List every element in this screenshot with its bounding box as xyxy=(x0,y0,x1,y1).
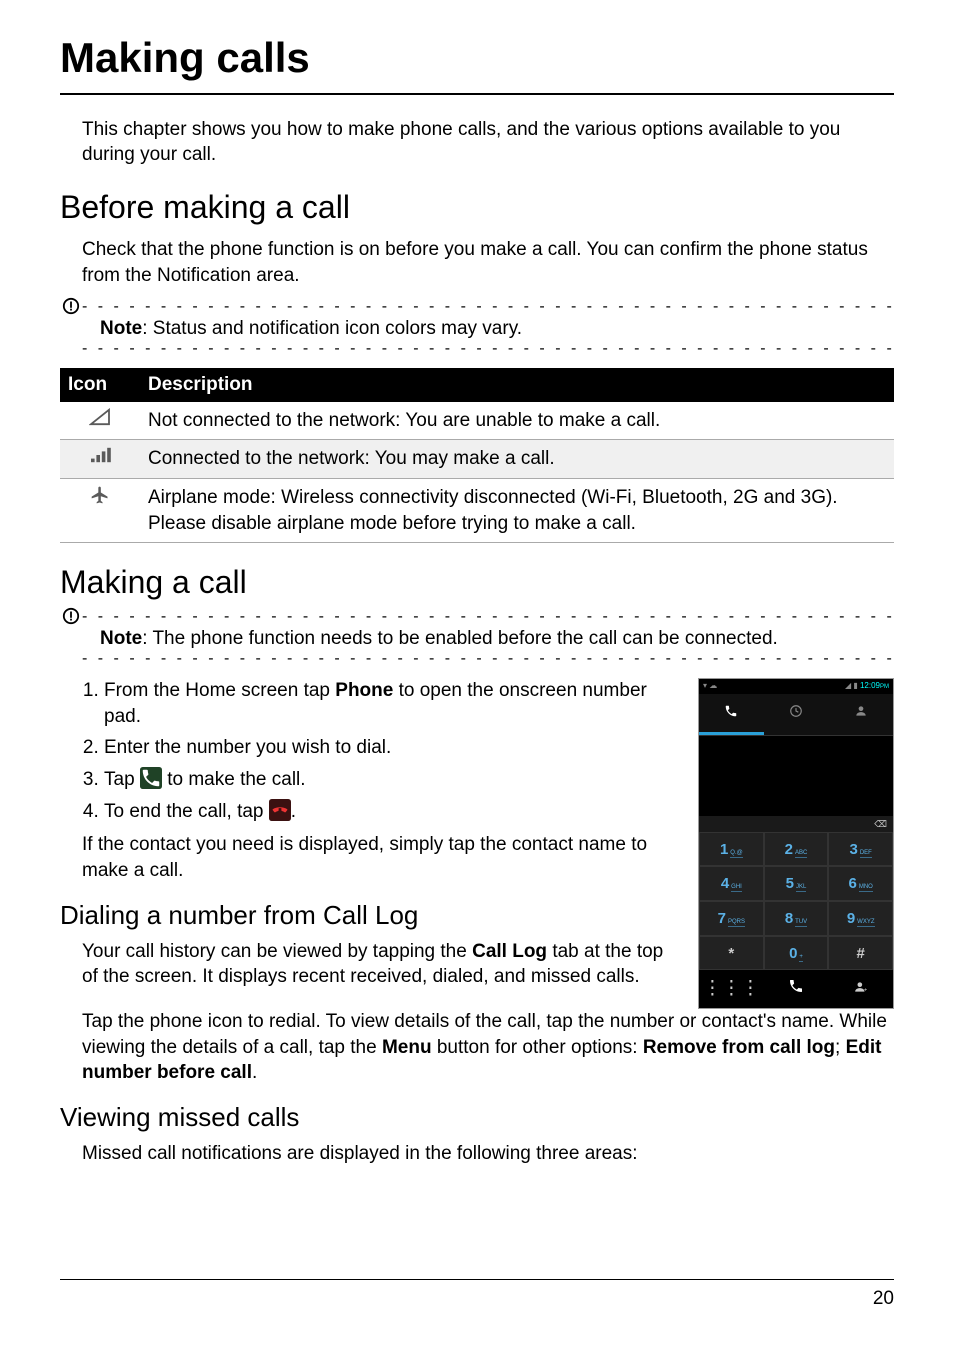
call-log-p2: Tap the phone icon to redial. To view de… xyxy=(82,1009,894,1086)
steps-list: From the Home screen tap Phone to open t… xyxy=(82,678,680,824)
status-battery-icon: ▮ xyxy=(853,681,857,690)
key-2[interactable]: 2ABC xyxy=(764,832,829,867)
key-hash[interactable]: # xyxy=(828,936,893,971)
title-rule xyxy=(60,93,894,95)
table-header-row: Icon Description xyxy=(60,368,894,402)
missed-calls-body: Missed call notifications are displayed … xyxy=(82,1141,894,1167)
end-call-icon xyxy=(269,799,291,821)
key-star[interactable]: * xyxy=(699,936,764,971)
airplane-icon xyxy=(60,479,140,543)
number-display xyxy=(699,736,893,816)
status-signal-icon: ◢ xyxy=(845,681,851,690)
tab-contacts[interactable] xyxy=(828,694,893,735)
chapter-title: Making calls xyxy=(60,30,894,87)
col-header-icon: Icon xyxy=(60,368,140,402)
alert-icon xyxy=(62,297,80,315)
note-text: Note: Status and notification icon color… xyxy=(100,316,894,342)
svg-text:+: + xyxy=(864,988,868,994)
step-4: To end the call, tap . xyxy=(104,799,680,825)
signal-bars-icon xyxy=(60,440,140,479)
heading-call-log: Dialing a number from Call Log xyxy=(60,898,680,933)
note-text: Note: The phone function needs to be ena… xyxy=(100,626,894,652)
contact-tap-text: If the contact you need is displayed, si… xyxy=(82,832,680,883)
page-number: 20 xyxy=(873,1288,894,1309)
key-9[interactable]: 9WXYZ xyxy=(828,901,893,936)
call-log-p1: Your call history can be viewed by tappi… xyxy=(82,939,680,990)
note-block-status-icons: - - - - - - - - - - - - - - - - - - - - … xyxy=(82,302,894,354)
col-header-description: Description xyxy=(140,368,894,402)
backspace-button[interactable]: ⌫ xyxy=(699,816,893,832)
key-8[interactable]: 8TUV xyxy=(764,901,829,936)
step-3: Tap to make the call. xyxy=(104,767,680,793)
grid-icon[interactable]: ⋮⋮⋮ xyxy=(699,970,764,1008)
dialpad: 1Q.@ 2ABC 3DEF 4GHI 5JKL 6MNO 7PQRS 8TUV… xyxy=(699,832,893,971)
key-3[interactable]: 3DEF xyxy=(828,832,893,867)
page-footer: 20 xyxy=(60,1279,894,1312)
status-left-icons: ▾ ☁ xyxy=(703,681,717,692)
table-row: Airplane mode: Wireless connectivity dis… xyxy=(60,479,894,543)
key-6[interactable]: 6MNO xyxy=(828,866,893,901)
desc-cell: Connected to the network: You may make a… xyxy=(140,440,894,479)
key-4[interactable]: 4GHI xyxy=(699,866,764,901)
table-row: Not connected to the network: You are un… xyxy=(60,402,894,440)
key-5[interactable]: 5JKL xyxy=(764,866,829,901)
call-button[interactable] xyxy=(764,970,829,1008)
dialer-screenshot: ▾ ☁ ◢ ▮ 12:09PM ⌫ 1Q.@ 2ABC 3DEF 4GHI 5J… xyxy=(698,678,894,1009)
step-1: From the Home screen tap Phone to open t… xyxy=(104,678,680,729)
add-contact-icon[interactable]: + xyxy=(828,970,893,1008)
key-7[interactable]: 7PQRS xyxy=(699,901,764,936)
heading-making-call: Making a call xyxy=(60,561,894,604)
status-bar: ▾ ☁ ◢ ▮ 12:09PM xyxy=(699,679,893,694)
note-block-phone-enabled: - - - - - - - - - - - - - - - - - - - - … xyxy=(82,612,894,664)
heading-missed-calls: Viewing missed calls xyxy=(60,1100,894,1135)
tab-dialer[interactable] xyxy=(699,694,764,735)
step-2: Enter the number you wish to dial. xyxy=(104,735,680,761)
desc-cell: Airplane mode: Wireless connectivity dis… xyxy=(140,479,894,543)
tab-recent[interactable] xyxy=(764,694,829,735)
signal-none-icon xyxy=(60,402,140,440)
heading-before-call: Before making a call xyxy=(60,186,894,229)
before-call-body: Check that the phone function is on befo… xyxy=(82,237,894,288)
key-1[interactable]: 1Q.@ xyxy=(699,832,764,867)
icon-description-table: Icon Description Not connected to the ne… xyxy=(60,368,894,543)
intro-text: This chapter shows you how to make phone… xyxy=(82,117,894,168)
table-row: Connected to the network: You may make a… xyxy=(60,440,894,479)
desc-cell: Not connected to the network: You are un… xyxy=(140,402,894,440)
key-0[interactable]: 0+ xyxy=(764,936,829,971)
status-time: 12:09 xyxy=(860,681,880,690)
alert-icon xyxy=(62,607,80,625)
call-icon xyxy=(140,767,162,789)
